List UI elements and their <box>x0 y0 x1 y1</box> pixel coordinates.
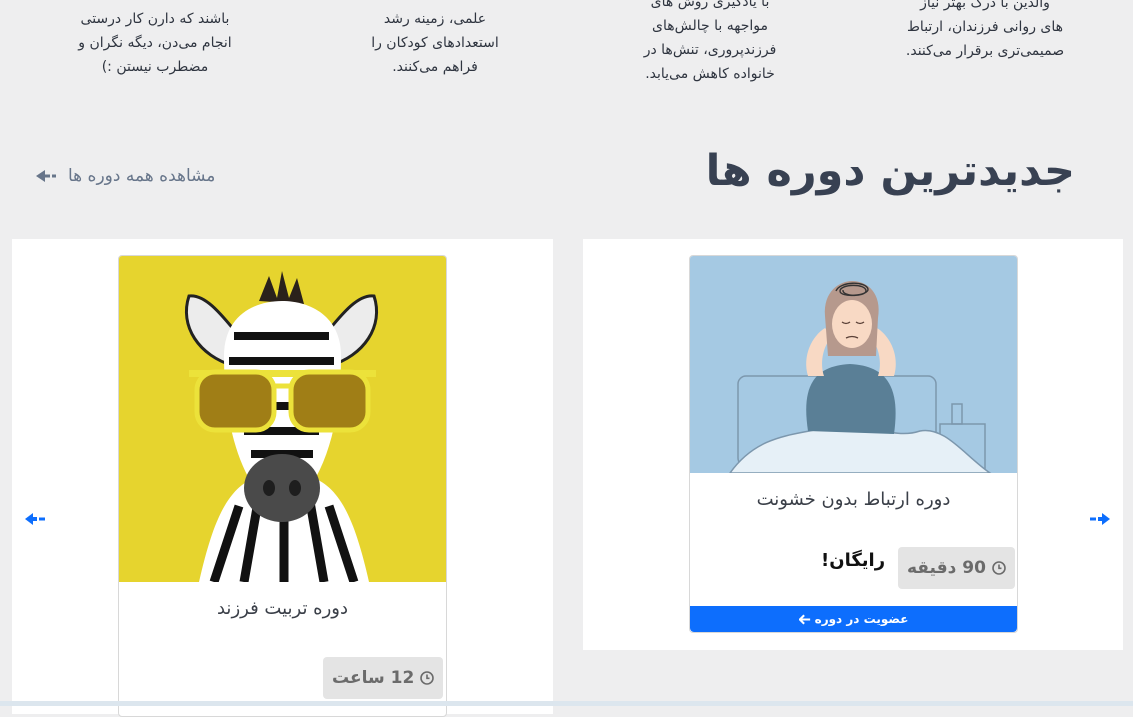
duration-value: 90 دقیقه <box>907 558 986 578</box>
clock-icon <box>992 561 1006 575</box>
course-title[interactable]: دوره تربیت فرزند <box>119 598 446 619</box>
course-title[interactable]: دوره ارتباط بدون خشونت <box>690 489 1017 510</box>
course-image-zebra <box>119 256 446 582</box>
course-card[interactable]: دوره تربیت فرزند 12 ساعت <box>118 255 447 717</box>
duration-badge: 90 دقیقه <box>898 547 1015 589</box>
enroll-label: عضویت در دوره <box>814 612 909 626</box>
carousel-slide: دوره تربیت فرزند 12 ساعت <box>12 239 553 717</box>
carousel-slide: دوره ارتباط بدون خشونت 90 دقیقه رایگان! … <box>583 239 1123 650</box>
arrow-left-icon <box>798 613 810 625</box>
bottom-divider <box>0 701 1133 706</box>
duration-value: 12 ساعت <box>332 668 415 688</box>
course-image-stressed-woman <box>690 256 1017 473</box>
feature-description: علمی، زمینه رشد استعدادهای کودکان را فرا… <box>371 11 499 75</box>
carousel-next-icon[interactable] <box>1088 511 1112 527</box>
view-all-courses-link[interactable]: مشاهده همه دوره ها <box>34 166 215 186</box>
view-all-label: مشاهده همه دوره ها <box>68 166 216 186</box>
feature-description: باشند که دارن کار درستی انجام می‌دن، دیگ… <box>78 11 232 75</box>
section-title: جدیدترین دوره ها <box>705 146 1075 196</box>
clock-icon <box>420 671 435 685</box>
enroll-button[interactable]: عضویت در دوره <box>690 606 1017 632</box>
duration-badge: 12 ساعت <box>323 657 444 699</box>
price-label: رایگان! <box>821 550 886 571</box>
course-card[interactable]: دوره ارتباط بدون خشونت 90 دقیقه رایگان! … <box>689 255 1018 633</box>
carousel-prev-icon[interactable] <box>23 511 47 527</box>
arrow-left-icon <box>36 170 56 182</box>
feature-description: با یادگیری روش های مواجهه با چالش‌های فر… <box>643 0 777 82</box>
feature-description: والدین با درک بهتر نیاز های روانی فرزندا… <box>905 0 1065 59</box>
